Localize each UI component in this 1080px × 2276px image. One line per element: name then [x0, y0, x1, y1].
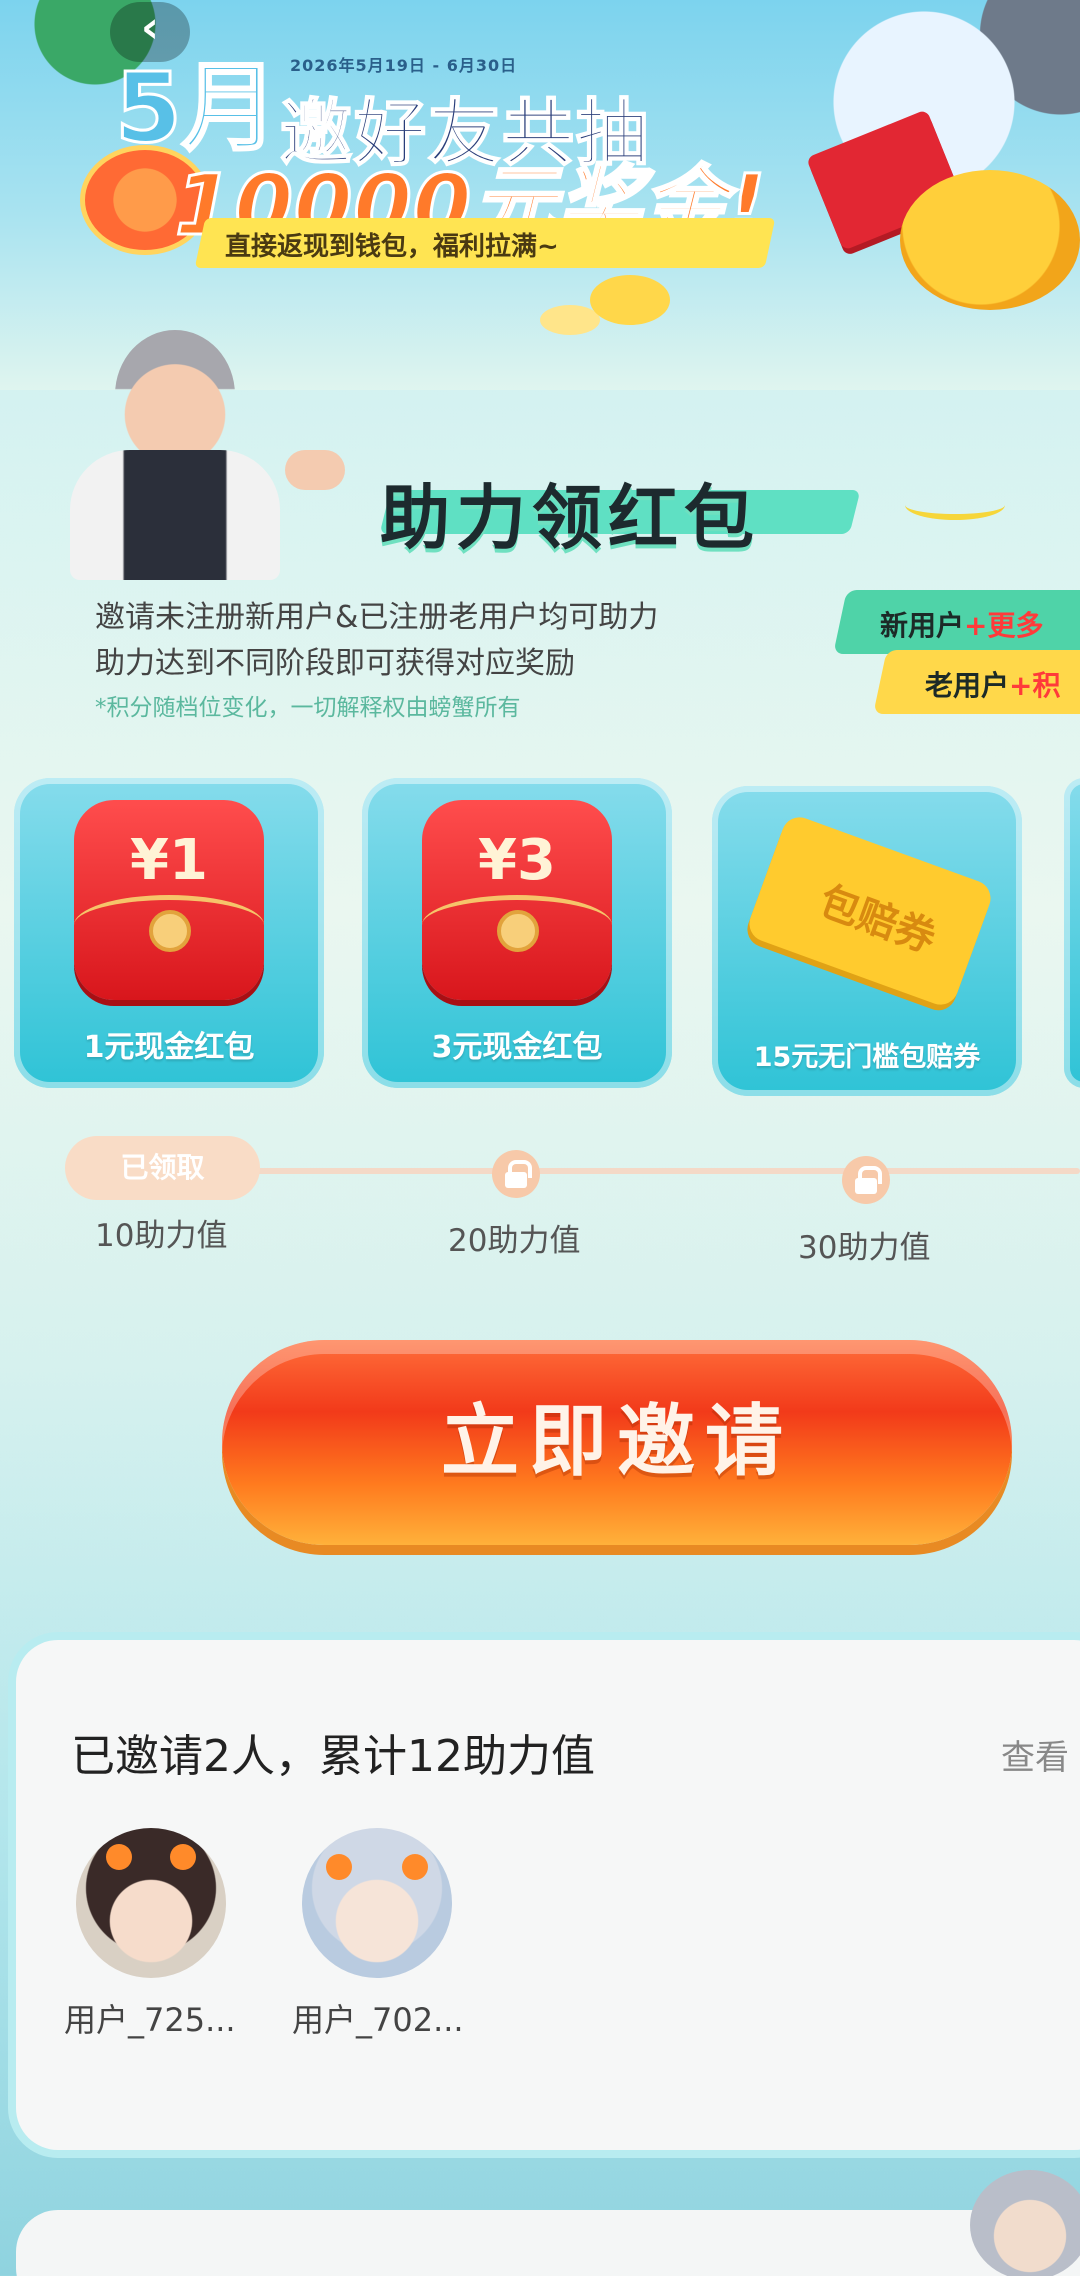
next-section-card	[16, 2210, 1080, 2276]
claimed-badge: 已领取	[65, 1136, 260, 1200]
reward-card-3[interactable]: 包赔券 15元无门槛包赔券	[712, 786, 1022, 1096]
new-user-tag-bonus: +更多	[964, 609, 1044, 642]
coupon-ticket-icon: 包赔券	[744, 812, 996, 1010]
host-character-illustration	[70, 330, 350, 580]
invited-user-name: 用户_702...	[292, 2001, 464, 2039]
mascot-decoration	[900, 170, 1080, 310]
reward-card-partial[interactable]	[1064, 778, 1080, 1088]
reward-amount: ¥3	[478, 828, 556, 893]
old-user-tag: 老用户+积	[925, 664, 1060, 704]
horn-decoration	[170, 1844, 196, 1870]
back-button[interactable]: ‹	[110, 2, 190, 62]
squiggle-decoration	[905, 490, 1005, 520]
ticket-text: 包赔券	[813, 877, 942, 963]
view-more-link[interactable]: 查看	[1001, 1730, 1069, 1779]
new-user-tag-label: 新用户	[880, 609, 965, 642]
section-note: *积分随档位变化，一切解释权由螃蟹所有	[95, 695, 521, 721]
invited-panel: 已邀请2人，累计12助力值 查看 用户_725... 用户_702...	[16, 1640, 1080, 2150]
avatar[interactable]	[76, 1828, 226, 1978]
invite-now-label: 立即邀请	[440, 1397, 793, 1487]
envelope-seal-icon	[497, 910, 539, 952]
character-avatar-decoration	[970, 2170, 1080, 2276]
reward-card-2[interactable]: ¥3 3元现金红包	[362, 778, 672, 1088]
invited-summary: 已邀请2人，累计12助力值	[71, 1731, 595, 1782]
red-envelope-icon: ¥1	[74, 800, 264, 1000]
reward-card-1[interactable]: ¥1 1元现金红包	[14, 778, 324, 1088]
section-desc-line2: 助力达到不同阶段即可获得对应奖励	[95, 646, 575, 681]
milestone-label: 20助力值	[448, 1223, 581, 1259]
banner-date-range: 2026年5月19日 - 6月30日	[290, 56, 518, 75]
red-envelope-icon: ¥3	[422, 800, 612, 1000]
character-body	[70, 450, 280, 580]
reward-amount: ¥1	[130, 828, 208, 893]
coins-decoration	[590, 275, 670, 325]
old-user-tag-bonus: +积	[1009, 669, 1061, 702]
reward-label: 1元现金红包	[83, 1030, 255, 1065]
character-head	[115, 330, 235, 460]
new-user-tag: 新用户+更多	[880, 604, 1043, 644]
section-title: 助力领红包	[380, 477, 760, 559]
reward-label: 15元无门槛包赔券	[753, 1042, 981, 1073]
reward-label: 3元现金红包	[431, 1030, 603, 1065]
milestone-label: 10助力值	[95, 1218, 228, 1254]
milestone-label: 30助力值	[798, 1230, 931, 1266]
section-desc-line1: 邀请未注册新用户&已注册老用户均可助力	[95, 600, 659, 635]
old-user-tag-label: 老用户	[925, 669, 1010, 702]
invited-user-name: 用户_725...	[64, 2001, 236, 2039]
lock-icon	[492, 1150, 540, 1198]
lock-icon	[842, 1156, 890, 1204]
envelope-seal-icon	[149, 910, 191, 952]
avatar[interactable]	[302, 1828, 452, 1978]
horn-decoration	[326, 1854, 352, 1880]
banner-subline: 直接返现到钱包，福利拉满~	[225, 232, 559, 262]
horn-decoration	[402, 1854, 428, 1880]
invite-now-button[interactable]: 立即邀请	[222, 1340, 1012, 1545]
character-hand	[285, 450, 345, 490]
horn-decoration	[106, 1844, 132, 1870]
